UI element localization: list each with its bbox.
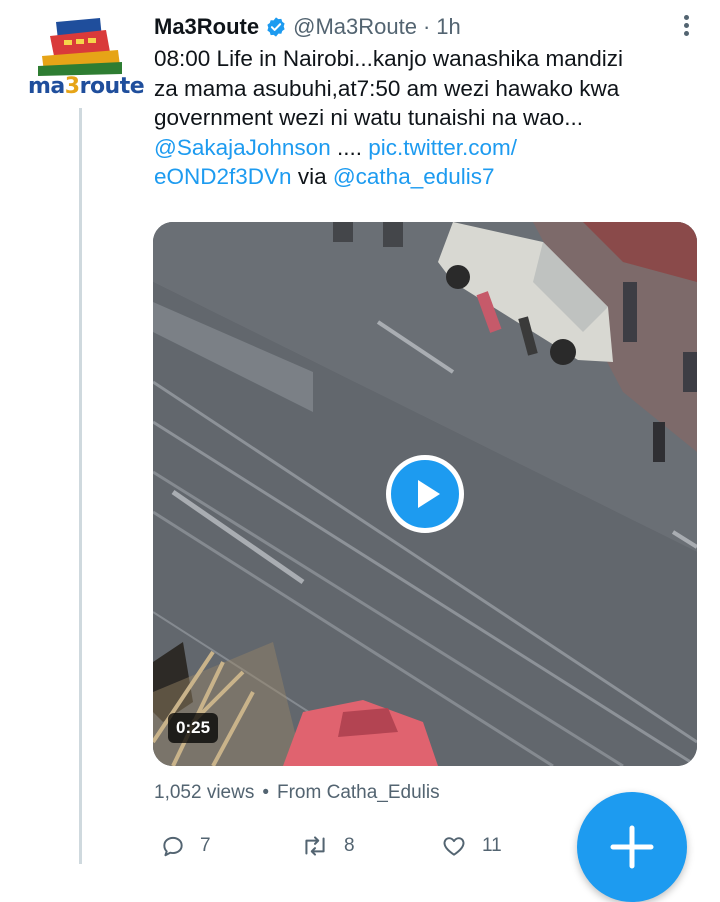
plus-icon [610, 825, 654, 869]
via-text: via [291, 164, 333, 189]
like-button[interactable]: 11 [440, 826, 502, 866]
verified-badge-icon [267, 17, 285, 37]
thread-line [79, 108, 82, 864]
more-vertical-icon[interactable] [672, 12, 700, 42]
tweet-text-line: 08:00 Life in Nairobi...kanjo wanashika … [154, 46, 624, 71]
avatar-logo-graphic [38, 18, 122, 76]
retweet-count: 8 [344, 835, 355, 856]
author-name[interactable]: Ma3Route [154, 14, 259, 40]
tweet-time[interactable]: 1h [436, 14, 460, 40]
tweet-text-line: @SakajaJohnson .... pic.twitter.com/ [154, 133, 694, 163]
retweet-icon [305, 836, 325, 856]
video-player[interactable] [153, 222, 697, 766]
tweet-text-line: government wezi ni watu tunaishi na wao.… [154, 105, 583, 130]
source-attribution[interactable]: From Catha_Edulis [277, 782, 440, 803]
author-handle[interactable]: @Ma3Route [293, 14, 417, 40]
play-icon[interactable] [386, 455, 464, 533]
meta-bullet: • [262, 782, 269, 803]
view-count: 1,052 views [154, 782, 255, 803]
separator-dot: · [422, 14, 431, 39]
reply-icon [163, 836, 183, 857]
tweet-text-line: eOND2f3DVn via @catha_edulis7 [154, 162, 694, 192]
mention-link[interactable]: @SakajaJohnson [154, 135, 331, 160]
tweet-header: Ma3Route @Ma3Route · 1h [154, 10, 700, 44]
video-duration: 0:25 [168, 713, 219, 743]
compose-button[interactable] [577, 792, 687, 902]
ellipsis-text: .... [330, 134, 369, 160]
avatar-brand-text: ma3route [28, 74, 145, 99]
retweet-button[interactable]: 8 [300, 826, 355, 866]
tweet-text: 08:00 Life in Nairobi...kanjo wanashika … [154, 44, 694, 192]
tweet-meta: 1,052 views • From Catha_Edulis [154, 782, 440, 804]
heart-icon [443, 837, 465, 856]
reply-button[interactable]: 7 [160, 826, 211, 866]
reply-count: 7 [200, 835, 211, 856]
avatar[interactable]: ma3route [28, 18, 145, 108]
pic-link[interactable]: pic.twitter.com/ [368, 135, 517, 160]
pic-link-continued[interactable]: eOND2f3DVn [154, 164, 292, 189]
via-handle-link[interactable]: @catha_edulis7 [333, 164, 495, 189]
like-count: 11 [482, 835, 502, 856]
tweet-text-line: za mama asubuhi,at7:50 am wezi hawako kw… [154, 75, 620, 101]
